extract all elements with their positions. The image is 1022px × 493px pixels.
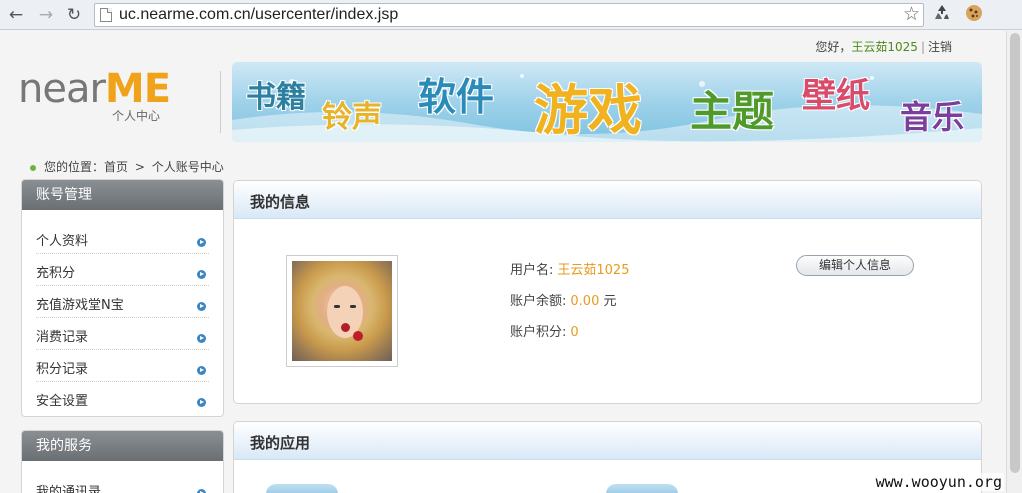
arrow-right-icon [197, 334, 206, 343]
my-info-title: 我的信息 [234, 181, 981, 219]
balance-unit: 元 [603, 294, 617, 309]
sidebar-item-profile[interactable]: 个人资料 [36, 222, 209, 254]
sidebar-item-spending-records[interactable]: 消费记录 [36, 318, 209, 350]
banner-word-games[interactable]: 游戏 [534, 66, 642, 142]
app-icon[interactable] [266, 484, 338, 493]
recycle-extension-icon[interactable] [932, 3, 952, 29]
logo-me-text: ME [104, 66, 171, 112]
sidebar-item-label: 积分记录 [36, 362, 89, 377]
username-value: 王云茹1025 [557, 263, 630, 278]
points-label: 账户积分: [510, 325, 567, 340]
username-row: 用户名: 王云茹1025 [510, 259, 629, 278]
sidebar-account-box: 账号管理 个人资料 充积分 充值游戏堂N宝 消费记录 积分记录 安全设置 [21, 179, 224, 417]
greeting-separator: | [920, 40, 925, 54]
url-text[interactable]: uc.nearme.com.cn/usercenter/index.jsp [119, 6, 398, 24]
my-apps-title: 我的应用 [234, 422, 981, 460]
points-row: 账户积分: 0 [510, 321, 579, 340]
forward-icon[interactable]: → [36, 5, 56, 25]
arrow-right-icon [197, 302, 206, 311]
category-banner[interactable]: 书籍 铃声 软件 游戏 主题 壁纸 音乐 [232, 62, 982, 142]
greeting-prefix: 您好， [815, 40, 852, 54]
nearme-logo[interactable]: nearME 个人中心 [18, 67, 208, 127]
arrow-right-icon [197, 366, 206, 375]
arrow-right-icon [197, 489, 206, 493]
breadcrumb: 您的位置：首页 > 个人账号中心 [30, 158, 224, 175]
watermark-text: www.wooyun.org [873, 473, 1004, 491]
user-greeting: 您好，王云茹1025 | 注销 [815, 38, 952, 55]
balance-row: 账户余额: 0.00 元 [510, 290, 617, 309]
logo-subtitle: 个人中心 [112, 109, 161, 123]
app-icon[interactable] [606, 484, 678, 493]
my-info-panel: 我的信息 用户名: 王云茹1025 账户余额: 0.00 元 账户积分: 0 编辑个人… [233, 180, 982, 404]
address-bar[interactable]: uc.nearme.com.cn/usercenter/index.jsp ☆ [94, 3, 924, 27]
arrow-right-icon [197, 270, 206, 279]
banner-word-ringtones[interactable]: 铃声 [322, 92, 382, 136]
username-link[interactable]: 王云茹1025 [851, 40, 918, 54]
edit-profile-button[interactable]: 编辑个人信息 [796, 255, 914, 276]
banner-word-software[interactable]: 软件 [418, 66, 494, 121]
sidebar-account-title: 账号管理 [22, 180, 223, 210]
cookie-extension-icon[interactable] [964, 3, 984, 29]
banner-word-books[interactable]: 书籍 [246, 72, 306, 116]
browser-toolbar: ← → ↻ uc.nearme.com.cn/usercenter/index.… [0, 0, 1022, 30]
sidebar-item-label: 消费记录 [36, 330, 89, 345]
page-icon [100, 8, 112, 22]
page-scrollbar[interactable] [1006, 31, 1022, 493]
breadcrumb-bullet-icon [30, 164, 36, 171]
my-apps-panel: 我的应用 [233, 421, 982, 493]
breadcrumb-home-link[interactable]: 首页 [104, 160, 128, 174]
page-content: 您好，王云茹1025 | 注销 nearME 个人中心 书籍 铃声 软件 游戏 主题… [0, 31, 1006, 493]
arrow-right-icon [197, 398, 206, 407]
sidebar-item-label: 充积分 [36, 266, 76, 281]
back-icon[interactable]: ← [6, 5, 26, 25]
username-label: 用户名: [510, 263, 554, 278]
banner-word-themes[interactable]: 主题 [690, 78, 774, 139]
balance-value: 0.00 [570, 294, 600, 309]
sidebar-services-box: 我的服务 我的通讯录 [21, 430, 224, 493]
arrow-right-icon [197, 238, 206, 247]
avatar-frame[interactable] [286, 255, 398, 367]
sidebar-services-title: 我的服务 [22, 431, 223, 461]
balance-label: 账户余额: [510, 294, 567, 309]
breadcrumb-prefix: 您的位置： [44, 160, 105, 174]
breadcrumb-arrow: > [134, 160, 145, 174]
sidebar-item-label: 个人资料 [36, 234, 89, 249]
points-value: 0 [570, 325, 579, 340]
sidebar-item-label: 充值游戏堂N宝 [36, 298, 124, 313]
logo-divider [220, 71, 221, 133]
reload-icon[interactable]: ↻ [64, 5, 84, 25]
logo-near-text: near [18, 66, 106, 112]
banner-word-wallpapers[interactable]: 壁纸 [802, 68, 870, 117]
scrollbar-thumb[interactable] [1010, 33, 1020, 473]
sidebar-item-label: 安全设置 [36, 394, 89, 409]
banner-word-music[interactable]: 音乐 [900, 92, 964, 138]
sidebar-item-security[interactable]: 安全设置 [36, 382, 209, 414]
sidebar-item-label: 我的通讯录 [36, 485, 102, 493]
sidebar-services-list: 我的通讯录 [22, 461, 223, 493]
breadcrumb-current: 个人账号中心 [151, 160, 224, 174]
sidebar-account-list: 个人资料 充积分 充值游戏堂N宝 消费记录 积分记录 安全设置 [22, 210, 223, 414]
avatar [292, 261, 392, 361]
bookmark-star-icon[interactable]: ☆ [903, 3, 920, 25]
sidebar-item-contacts[interactable]: 我的通讯录 [36, 473, 209, 493]
sidebar-item-recharge-points[interactable]: 充积分 [36, 254, 209, 286]
sidebar-item-recharge-nbao[interactable]: 充值游戏堂N宝 [36, 286, 209, 318]
sidebar-item-points-records[interactable]: 积分记录 [36, 350, 209, 382]
logout-link[interactable]: 注销 [928, 40, 952, 54]
